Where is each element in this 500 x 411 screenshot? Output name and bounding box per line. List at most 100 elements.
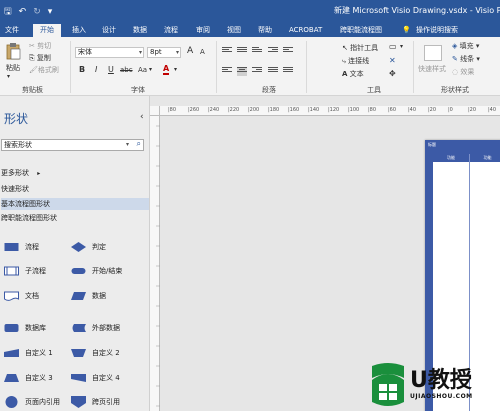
font-size-select[interactable]: 8pt ▾	[147, 47, 181, 58]
increase-indent-icon[interactable]	[283, 47, 293, 56]
tab-data[interactable]: 数据	[133, 24, 147, 37]
paste-dropdown-icon[interactable]: ▾	[7, 72, 10, 82]
ruler-tick-label: |140	[308, 107, 320, 113]
align-center-icon[interactable]	[237, 67, 247, 76]
ribbon: 粘贴 ▾ ✂ 剪切 ⎘ 复制 🖌格式刷 剪贴板 宋体 ▾ 8pt ▾ A A B I…	[0, 37, 500, 96]
tab-file[interactable]: 文件	[5, 24, 19, 37]
stencil-custom-4[interactable]: 自定义 4	[71, 372, 120, 384]
shapes-panel: 形状 ‹ 搜索形状 ▾ ⌕ 更多形状 ▸ 快速形状 基本流程图形状 跨职能流程图…	[0, 96, 150, 411]
stencil-process[interactable]: 流程	[4, 241, 39, 253]
ruler-tick-label: |80	[368, 107, 377, 113]
stencil-decision[interactable]: 判定	[71, 241, 106, 253]
lane-header-1[interactable]: 功能	[433, 154, 469, 162]
italic-button[interactable]: I	[95, 65, 97, 75]
save-icon[interactable]: 🖫	[4, 4, 12, 20]
tab-help[interactable]: 帮助	[258, 24, 272, 37]
bullets-icon[interactable]	[283, 67, 293, 76]
tab-view[interactable]: 视图	[227, 24, 241, 37]
tab-process[interactable]: 流程	[164, 24, 178, 37]
stencil-subprocess[interactable]: 子流程	[4, 265, 46, 277]
chevron-down-icon: ▾	[476, 55, 480, 63]
stencil-on-page-reference[interactable]: 页面内引用	[4, 396, 60, 408]
shape-search-input[interactable]: 搜索形状 ▾ ⌕	[1, 139, 144, 151]
stencil-custom-2[interactable]: 自定义 2	[71, 347, 120, 359]
change-case-button[interactable]: Aa	[138, 65, 147, 75]
tab-review[interactable]: 审阅	[196, 24, 210, 37]
close-icon[interactable]: ✕	[389, 56, 396, 66]
decrease-indent-icon[interactable]	[268, 47, 278, 56]
customize-qat-icon[interactable]: ▾	[48, 7, 53, 17]
pool-title[interactable]: 标题	[425, 140, 500, 154]
tab-home[interactable]: 开始	[33, 24, 61, 37]
font-family-select[interactable]: 宋体 ▾	[75, 47, 144, 58]
copy-button[interactable]: ⎘ 复制	[29, 53, 51, 63]
effects-icon: ◌	[452, 68, 459, 76]
collapse-panel-icon[interactable]: ‹	[140, 112, 144, 122]
shrink-font-button[interactable]: A	[200, 47, 205, 57]
copy-icon: ⎘	[29, 54, 35, 62]
group-divider	[70, 41, 71, 93]
stencil-terminator[interactable]: 开始/结束	[71, 265, 122, 277]
text-tool-button[interactable]: A 文本	[342, 69, 364, 79]
more-shapes-item[interactable]: 更多形状 ▸	[1, 167, 40, 179]
grow-font-button[interactable]: A	[187, 46, 193, 56]
group-divider	[216, 41, 217, 93]
font-color-button[interactable]: A	[163, 64, 170, 75]
tab-insert[interactable]: 插入	[72, 24, 86, 37]
effects-button[interactable]: ◌ 效果	[452, 67, 474, 77]
tab-cross-functional[interactable]: 跨职能流程图	[340, 24, 382, 37]
format-painter-button[interactable]: 🖌格式刷	[29, 65, 59, 75]
search-icon[interactable]: ⌕	[137, 139, 141, 149]
align-bottom-icon[interactable]	[252, 47, 262, 56]
strikethrough-button[interactable]: abc	[120, 65, 133, 75]
stencil-database[interactable]: 数据库	[4, 322, 46, 334]
align-right-icon[interactable]	[252, 67, 262, 76]
align-top-icon[interactable]	[222, 47, 232, 56]
redo-icon[interactable]: ↻	[33, 7, 41, 17]
connection-point-icon[interactable]: ✥	[389, 69, 396, 79]
connector-button[interactable]: ⤷ 连接线	[342, 56, 369, 66]
chevron-down-icon[interactable]: ▾	[174, 65, 177, 75]
align-middle-icon[interactable]	[237, 47, 247, 56]
chevron-down-icon[interactable]: ▾	[126, 140, 129, 150]
paste-icon[interactable]	[5, 42, 21, 60]
quick-shapes-item[interactable]: 快速形状	[1, 183, 29, 195]
ruler-tick-label: |40	[488, 107, 497, 113]
bold-button[interactable]: B	[79, 65, 85, 75]
terminator-shape-icon	[71, 266, 86, 276]
line-button[interactable]: ✎ 线条 ▾	[452, 54, 480, 64]
undo-icon[interactable]: ↶	[19, 7, 27, 17]
lightbulb-icon[interactable]: 💡	[402, 24, 411, 37]
tools-group-label: 工具	[367, 86, 381, 94]
stencil-off-page-reference[interactable]: 跨页引用	[71, 396, 120, 408]
scissors-icon: ✂	[29, 42, 35, 50]
tab-acrobat[interactable]: ACROBAT	[289, 24, 322, 37]
basic-flowchart-item[interactable]: 基本流程图形状	[1, 198, 149, 210]
stencil-data[interactable]: 数据	[71, 290, 106, 302]
ruler-tick-label: |160	[288, 107, 300, 113]
tab-design[interactable]: 设计	[102, 24, 116, 37]
lane-header-2[interactable]: 功能	[470, 154, 500, 162]
chevron-down-icon: ▾	[175, 49, 179, 56]
rectangle-shape-icon[interactable]: ▭	[389, 42, 397, 52]
cut-button[interactable]: ✂ 剪切	[29, 41, 51, 51]
underline-button[interactable]: U	[108, 65, 114, 75]
pointer-tool-button[interactable]: ↖ 指针工具	[342, 43, 378, 53]
chevron-down-icon[interactable]: ▾	[400, 42, 403, 52]
stencil-custom-1[interactable]: 自定义 1	[4, 347, 53, 359]
stencil-custom-3[interactable]: 自定义 3	[4, 372, 53, 384]
tell-me-search[interactable]: 操作说明搜索	[416, 24, 458, 37]
fill-button[interactable]: ◈ 填充 ▾	[452, 41, 479, 51]
shapes-panel-title: 形状	[4, 112, 29, 126]
stencil-external-data[interactable]: 外部数据	[71, 322, 120, 334]
cross-functional-item[interactable]: 跨职能流程图形状	[1, 212, 57, 224]
chevron-down-icon[interactable]: ▾	[149, 65, 152, 75]
justify-icon[interactable]	[268, 67, 278, 76]
stencil-document[interactable]: 文档	[4, 290, 39, 302]
quick-styles-icon[interactable]	[424, 45, 442, 61]
horizontal-ruler: |80 |260 |240 |220 |200 |180 |160 |140 |120 |100 |…	[160, 106, 500, 116]
quick-styles-button[interactable]: 快速样式	[418, 64, 446, 74]
text-icon: A	[342, 70, 348, 78]
vertical-ruler	[150, 116, 160, 411]
align-left-icon[interactable]	[222, 67, 232, 76]
